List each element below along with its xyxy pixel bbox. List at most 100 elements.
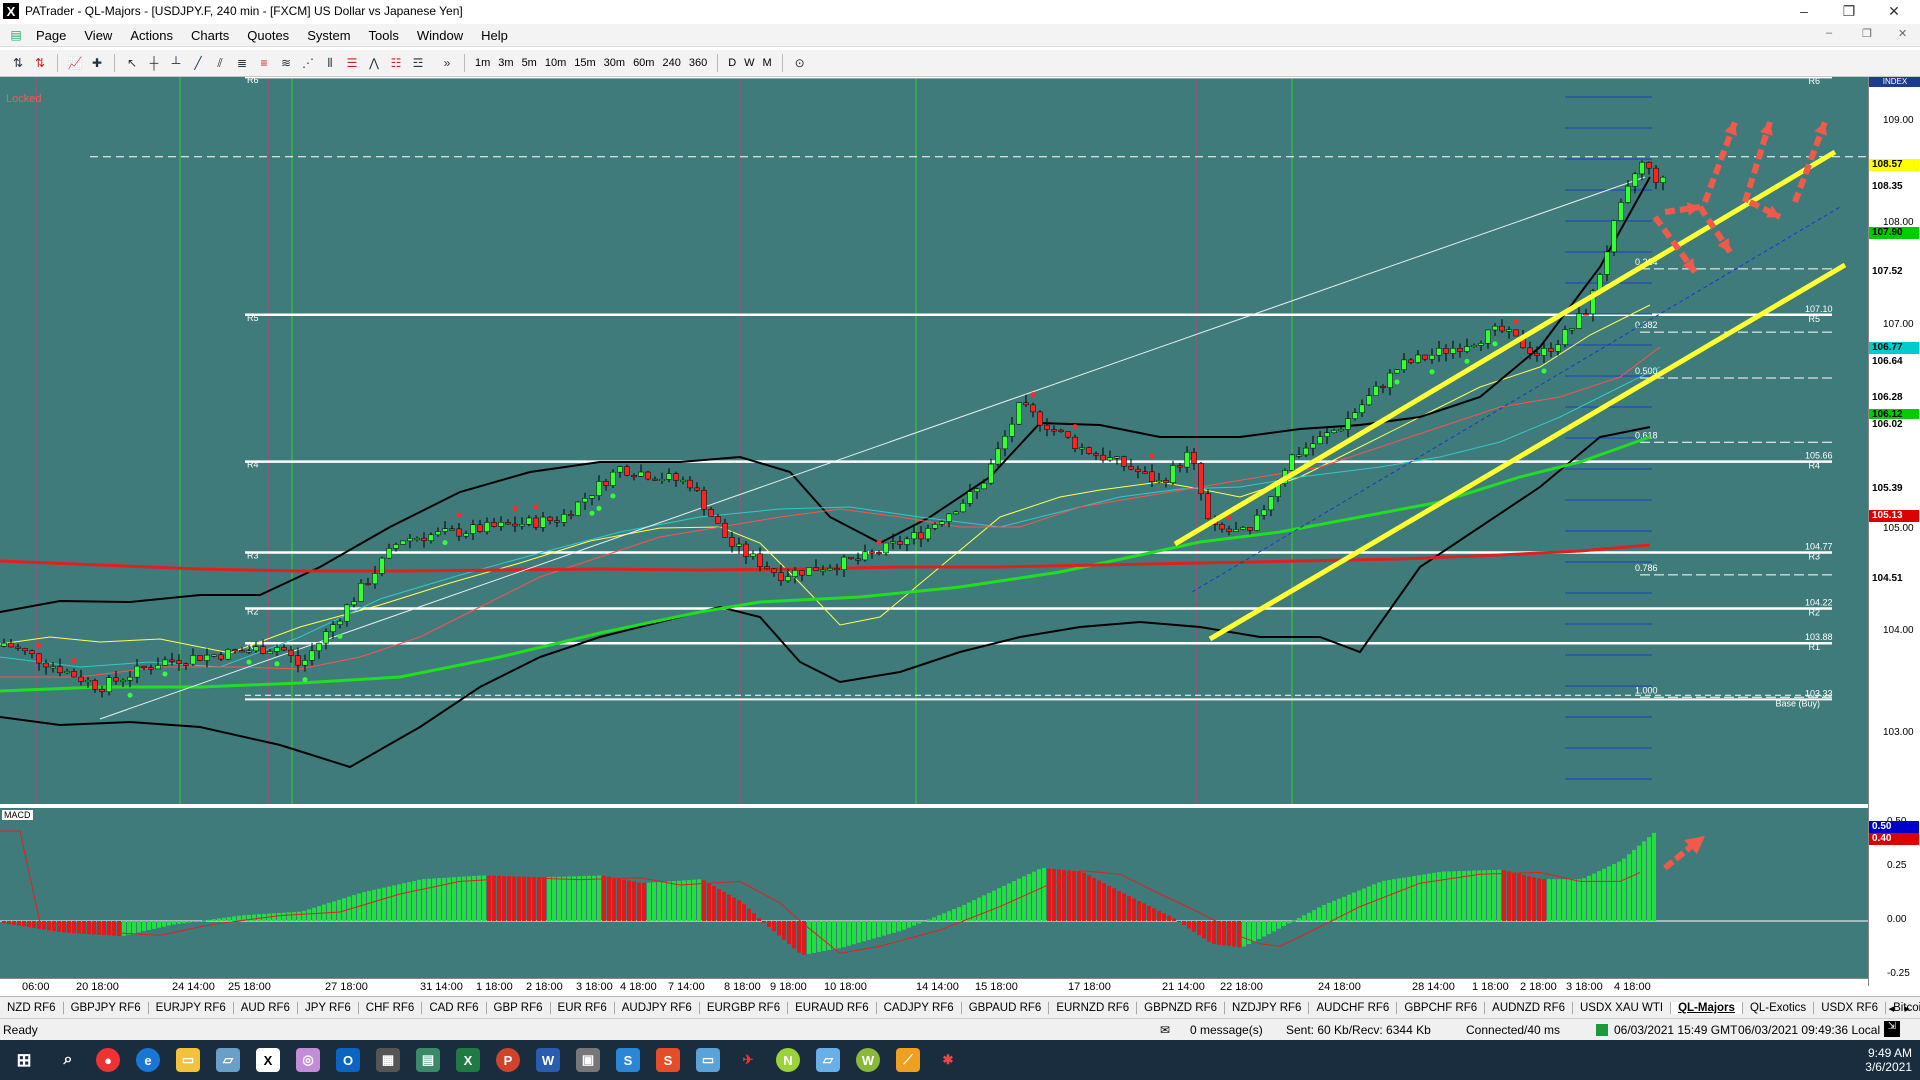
w-app-icon[interactable]: W (848, 1040, 888, 1080)
file-explorer-icon[interactable]: ▭ (168, 1040, 208, 1080)
menu-actions[interactable]: Actions (121, 28, 182, 43)
price-chart[interactable]: R6109.43R6R5107.10R5R4105.66R4R3104.77R3… (0, 77, 1868, 804)
symbol-tab[interactable]: EUR RF6 (551, 1002, 615, 1014)
notes-icon[interactable]: ▱ (208, 1040, 248, 1080)
chrome-icon[interactable]: ● (88, 1040, 128, 1080)
symbol-tab[interactable]: NZDJPY RF6 (1225, 1002, 1310, 1014)
mdi-restore-icon[interactable]: ❐ (1862, 27, 1872, 40)
symbol-tab[interactable]: CADJPY RF6 (877, 1002, 962, 1014)
system-tray-clock[interactable]: 9:49 AM 3/6/2021 (1865, 1040, 1912, 1080)
symbol-tab[interactable]: USDX XAU WTI (1573, 1002, 1672, 1014)
pivot-icon[interactable]: ☰ (344, 55, 360, 71)
close-button[interactable]: ✕ (1874, 0, 1914, 22)
mdi-minimize-icon[interactable]: – (1826, 27, 1832, 39)
calculator-icon[interactable]: ▦ (368, 1040, 408, 1080)
slack-icon[interactable]: ✱ (928, 1040, 968, 1080)
clock-icon[interactable]: ⊙ (792, 55, 808, 71)
restore-button[interactable]: ❐ (1829, 0, 1869, 22)
symbol-tab[interactable]: USDX RF6 (1814, 1002, 1887, 1014)
finance-icon[interactable]: ▤ (408, 1040, 448, 1080)
tf-1m[interactable]: 1m (471, 57, 494, 69)
symbol-tab[interactable]: AUDCHF RF6 (1309, 1002, 1398, 1014)
outlook-icon[interactable]: O (328, 1040, 368, 1080)
symbol-tab[interactable]: EURNZD RF6 (1049, 1002, 1138, 1014)
symbol-tab[interactable]: QL-Exotics (1743, 1002, 1815, 1014)
pointer-icon[interactable]: ↖ (124, 55, 140, 71)
symbol-tab[interactable]: GBPJPY RF6 (64, 1002, 149, 1014)
tab-scroll-right-icon[interactable]: ▸ (1904, 1002, 1910, 1015)
fib-extension-icon[interactable]: ≡ (256, 55, 272, 71)
symbol-tab[interactable]: CAD RF6 (422, 1002, 487, 1014)
overflow-icon[interactable]: » (439, 55, 455, 71)
symbol-tab[interactable]: AUDJPY RF6 (615, 1002, 700, 1014)
word-icon[interactable]: W (528, 1040, 568, 1080)
symbol-tab[interactable]: GBP RF6 (487, 1002, 551, 1014)
symbol-tab[interactable]: AUD RF6 (234, 1002, 298, 1014)
symbol-tab[interactable]: GBPNZD RF6 (1137, 1002, 1226, 1014)
symbol-tab[interactable]: JPY RF6 (298, 1002, 359, 1014)
channel-icon[interactable]: ⫽ (212, 55, 228, 71)
tf-daily[interactable]: D (724, 57, 740, 69)
tf-10m[interactable]: 10m (541, 57, 570, 69)
window-app-icon[interactable]: ▣ (568, 1040, 608, 1080)
n-app-icon[interactable]: N (768, 1040, 808, 1080)
gann-icon[interactable]: ⋰ (300, 55, 316, 71)
trendline-icon[interactable]: ╱ (190, 55, 206, 71)
tf-240[interactable]: 240 (658, 57, 684, 69)
macd-panel[interactable]: MACD (0, 808, 1868, 978)
chart-app-taskbar-icon[interactable]: ⟋ (888, 1040, 928, 1080)
tf-5m[interactable]: 5m (518, 57, 541, 69)
symbol-tab[interactable]: AUDNZD RF6 (1485, 1002, 1573, 1014)
tf-360[interactable]: 360 (685, 57, 711, 69)
menu-view[interactable]: View (75, 28, 121, 43)
tf-weekly[interactable]: W (740, 57, 758, 69)
windows-start-icon[interactable]: ⊞ (0, 1040, 48, 1080)
status-messages[interactable]: 0 message(s) (1190, 1023, 1263, 1037)
powerpoint-icon[interactable]: P (488, 1040, 528, 1080)
photos-icon[interactable]: ◎ (288, 1040, 328, 1080)
folder-app-icon[interactable]: ▱ (808, 1040, 848, 1080)
resize-grip-icon[interactable]: ⇲ (1884, 1021, 1900, 1037)
s-app-orange-icon[interactable]: S (648, 1040, 688, 1080)
s-app-icon[interactable]: S (608, 1040, 648, 1080)
menu-system[interactable]: System (298, 28, 359, 43)
tf-15m[interactable]: 15m (570, 57, 599, 69)
bird-app-icon[interactable]: ✈ (728, 1040, 768, 1080)
excel-icon[interactable]: X (448, 1040, 488, 1080)
tf-60m[interactable]: 60m (629, 57, 658, 69)
level-icon[interactable]: ☲ (410, 55, 426, 71)
label-icon[interactable]: ☷ (388, 55, 404, 71)
horizontal-line-icon[interactable]: ┴ (168, 55, 184, 71)
buy-icon[interactable]: ⇅ (10, 55, 26, 71)
symbol-tab[interactable]: EURJPY RF6 (149, 1002, 234, 1014)
monitor-app-icon[interactable]: ▭ (688, 1040, 728, 1080)
symbol-tab[interactable]: GBPAUD RF6 (962, 1002, 1050, 1014)
tf-3m[interactable]: 3m (494, 57, 517, 69)
tab-scroll-left-icon[interactable]: ◂ (1888, 1002, 1894, 1015)
menu-quotes[interactable]: Quotes (238, 28, 298, 43)
menu-window[interactable]: Window (408, 28, 472, 43)
symbol-tab[interactable]: EURAUD RF6 (788, 1002, 877, 1014)
minimize-button[interactable]: – (1784, 0, 1824, 22)
menu-help[interactable]: Help (472, 28, 517, 43)
pattern-icon[interactable]: ⋀ (366, 55, 382, 71)
cycle-icon[interactable]: ⦀ (322, 55, 338, 71)
fib-icon[interactable]: ≣ (234, 55, 250, 71)
menu-tools[interactable]: Tools (360, 28, 408, 43)
edge-icon[interactable]: e (128, 1040, 168, 1080)
patrader-icon[interactable]: X (248, 1040, 288, 1080)
symbol-tab[interactable]: EURGBP RF6 (700, 1002, 789, 1014)
fib-fan-icon[interactable]: ≋ (278, 55, 294, 71)
price-axis[interactable]: INDEX 109.00108.00107.00106.00105.00104.… (1868, 77, 1920, 986)
menu-charts[interactable]: Charts (182, 28, 238, 43)
tf-monthly[interactable]: M (759, 57, 776, 69)
symbol-tab[interactable]: CHF RF6 (359, 1002, 423, 1014)
symbol-tab[interactable]: QL-Majors (1671, 1002, 1743, 1014)
tf-30m[interactable]: 30m (600, 57, 629, 69)
chart-icon[interactable]: 📈 (67, 55, 83, 71)
symbol-tab[interactable]: GBPCHF RF6 (1397, 1002, 1486, 1014)
symbol-tab[interactable]: NZD RF6 (0, 1002, 64, 1014)
time-axis[interactable]: 06:00 20 18:00 24 14:00 25 18:00 27 18:00 31 … (0, 978, 1868, 995)
crosshair-icon[interactable]: ✚ (89, 55, 105, 71)
mdi-close-icon[interactable]: ✕ (1898, 27, 1907, 40)
